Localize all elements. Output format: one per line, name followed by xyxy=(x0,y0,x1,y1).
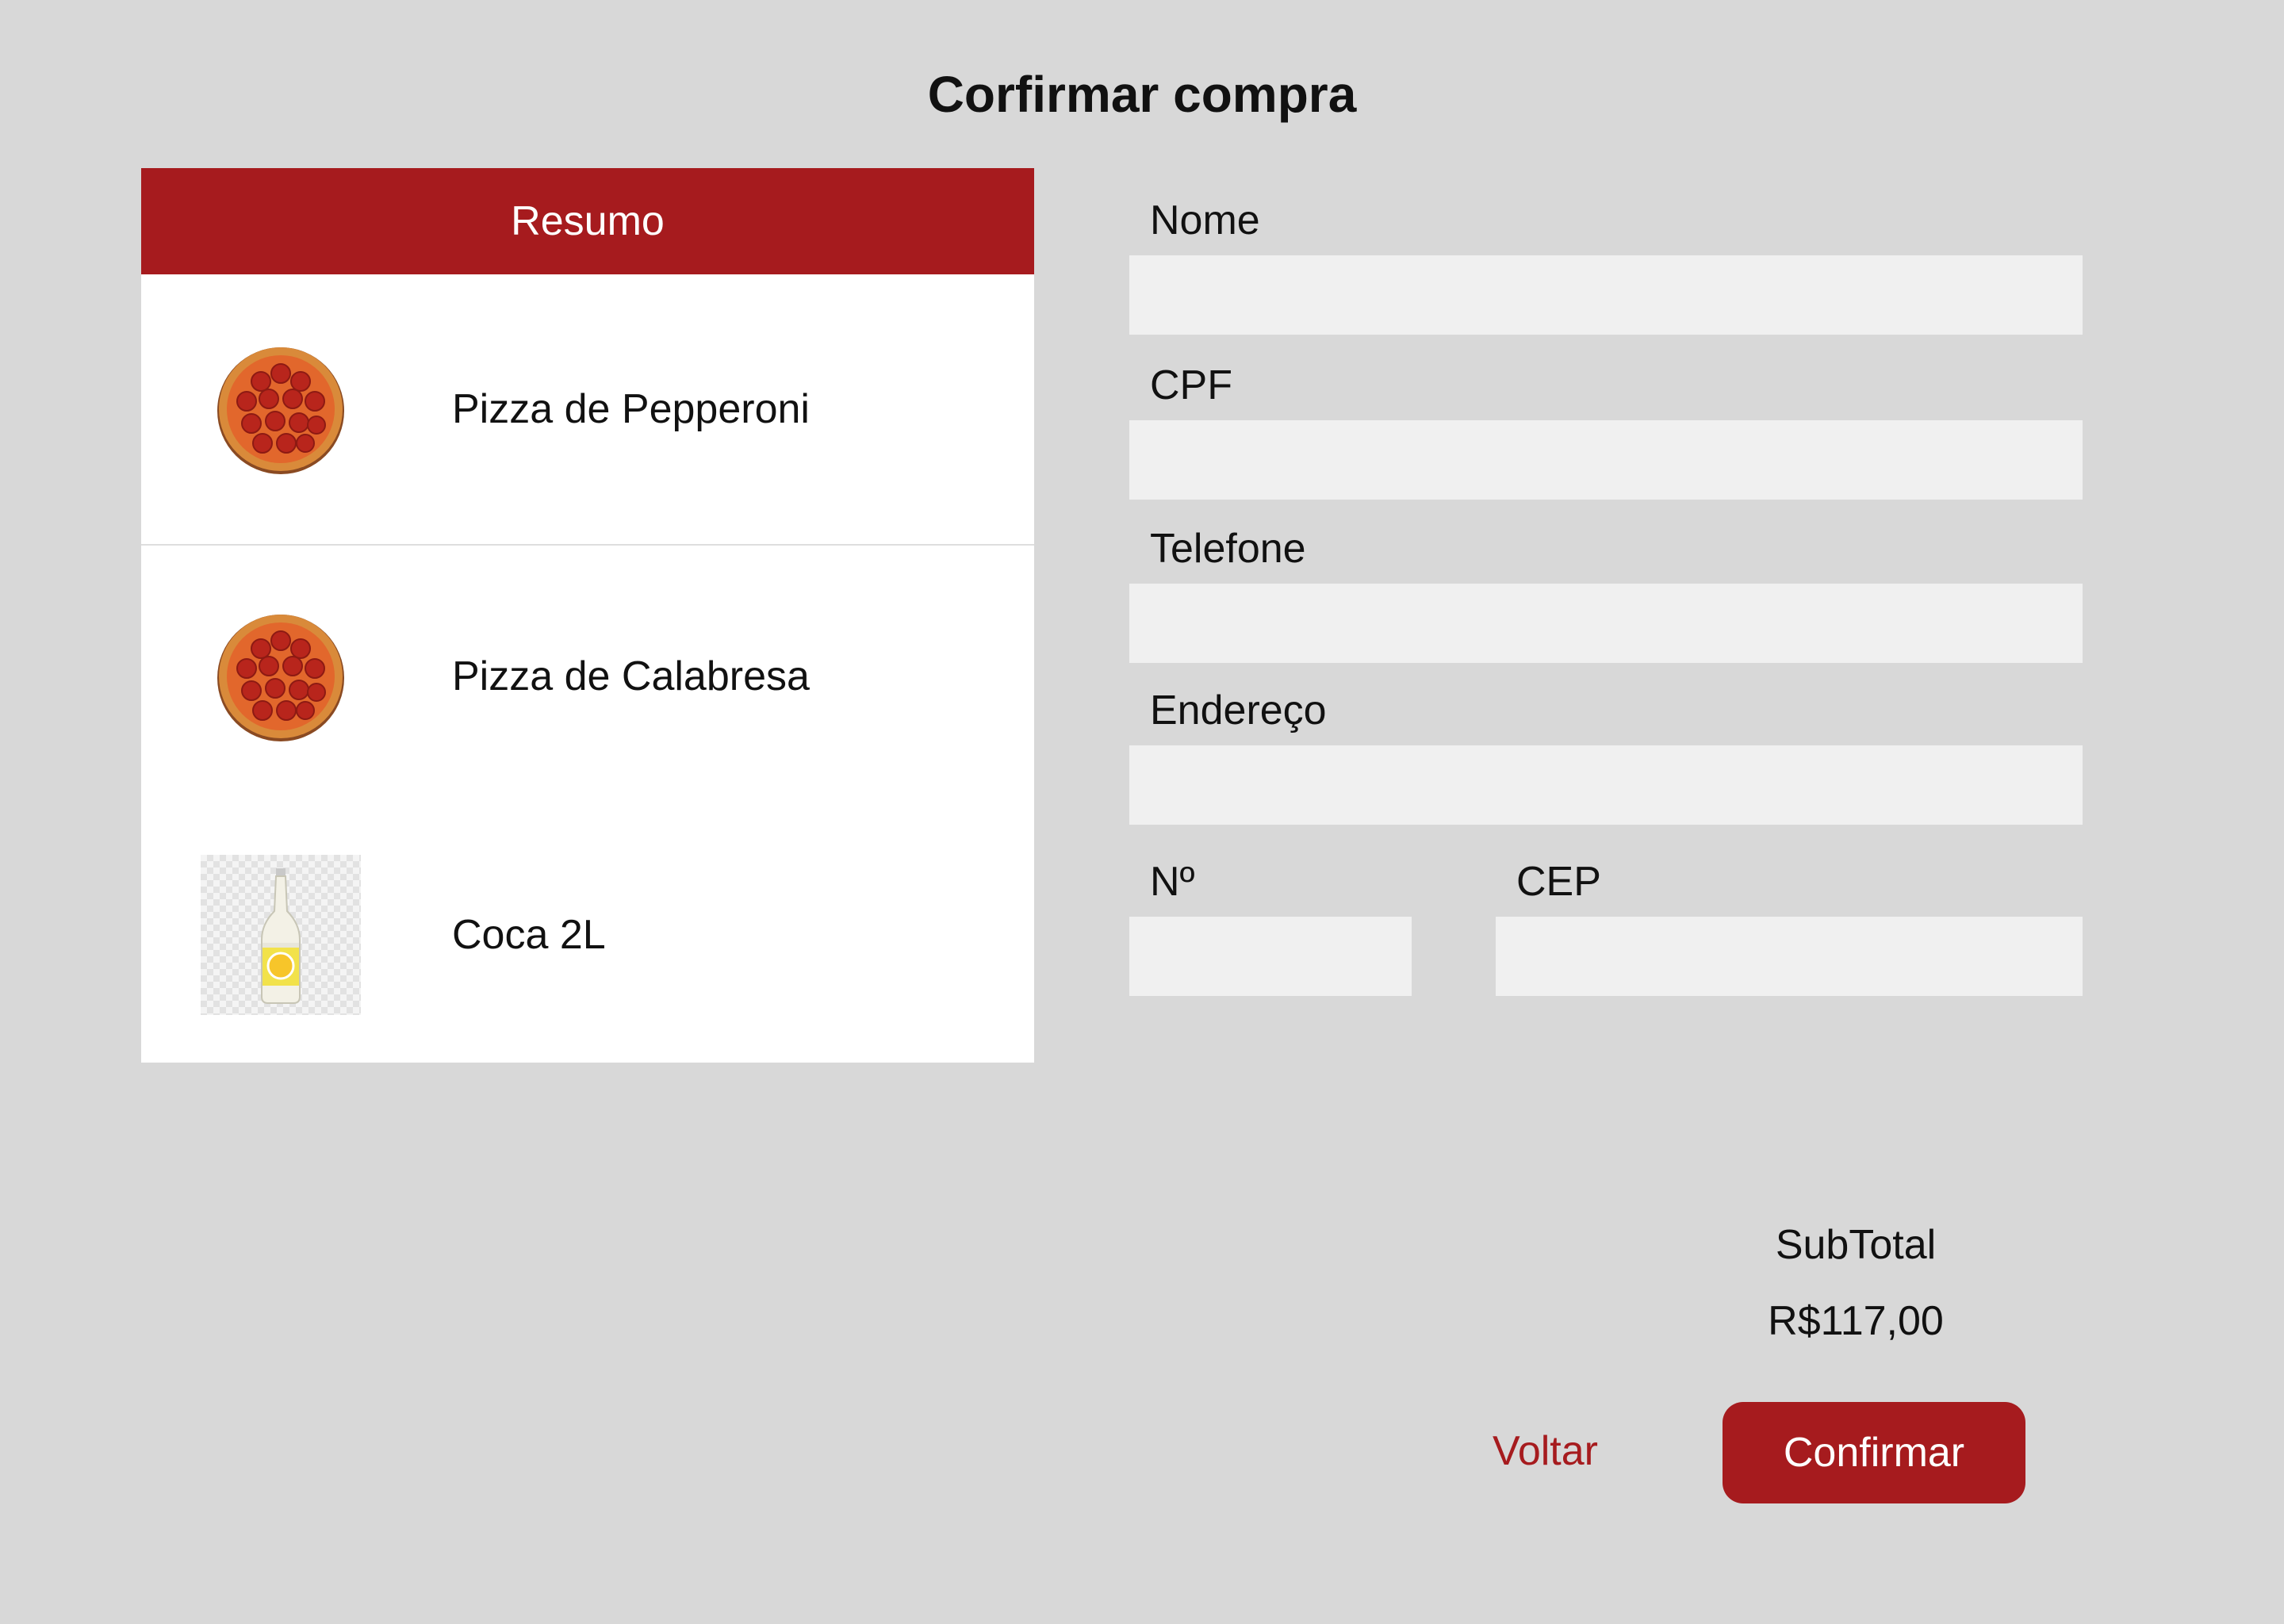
order-summary-panel: Resumo Pizza de Pepperoni Pizza de Calab… xyxy=(141,168,1034,1063)
endereco-label: Endereço xyxy=(1150,688,1327,733)
item-label: Pizza de Calabresa xyxy=(452,653,810,699)
item-label: Pizza de Pepperoni xyxy=(452,386,810,432)
summary-item: Coca 2L xyxy=(141,807,1034,1063)
cpf-label: CPF xyxy=(1150,362,1232,408)
confirm-button[interactable]: Confirmar xyxy=(1723,1402,2025,1503)
cep-input[interactable] xyxy=(1496,917,2083,996)
calabresa-pizza-icon xyxy=(200,596,362,757)
summary-item: Pizza de Pepperoni xyxy=(141,274,1034,546)
numero-input[interactable] xyxy=(1129,917,1412,996)
summary-header: Resumo xyxy=(141,168,1034,274)
nome-label: Nome xyxy=(1150,197,1260,243)
subtotal-value: R$117,00 xyxy=(1768,1298,1944,1344)
item-label: Coca 2L xyxy=(452,912,606,958)
subtotal-label: SubTotal xyxy=(1775,1222,1937,1268)
telefone-input[interactable] xyxy=(1129,584,2083,663)
page-title: Corfirmar compra xyxy=(927,66,1357,123)
soda-bottle-icon xyxy=(200,854,362,1016)
back-button[interactable]: Voltar xyxy=(1493,1427,1598,1475)
nome-input[interactable] xyxy=(1129,255,2083,335)
numero-label: Nº xyxy=(1150,859,1195,905)
telefone-label: Telefone xyxy=(1150,526,1306,572)
summary-item: Pizza de Calabresa xyxy=(141,546,1034,807)
endereco-input[interactable] xyxy=(1129,745,2083,825)
pepperoni-pizza-icon xyxy=(200,328,362,490)
cpf-input[interactable] xyxy=(1129,420,2083,500)
cep-label: CEP xyxy=(1516,859,1601,905)
